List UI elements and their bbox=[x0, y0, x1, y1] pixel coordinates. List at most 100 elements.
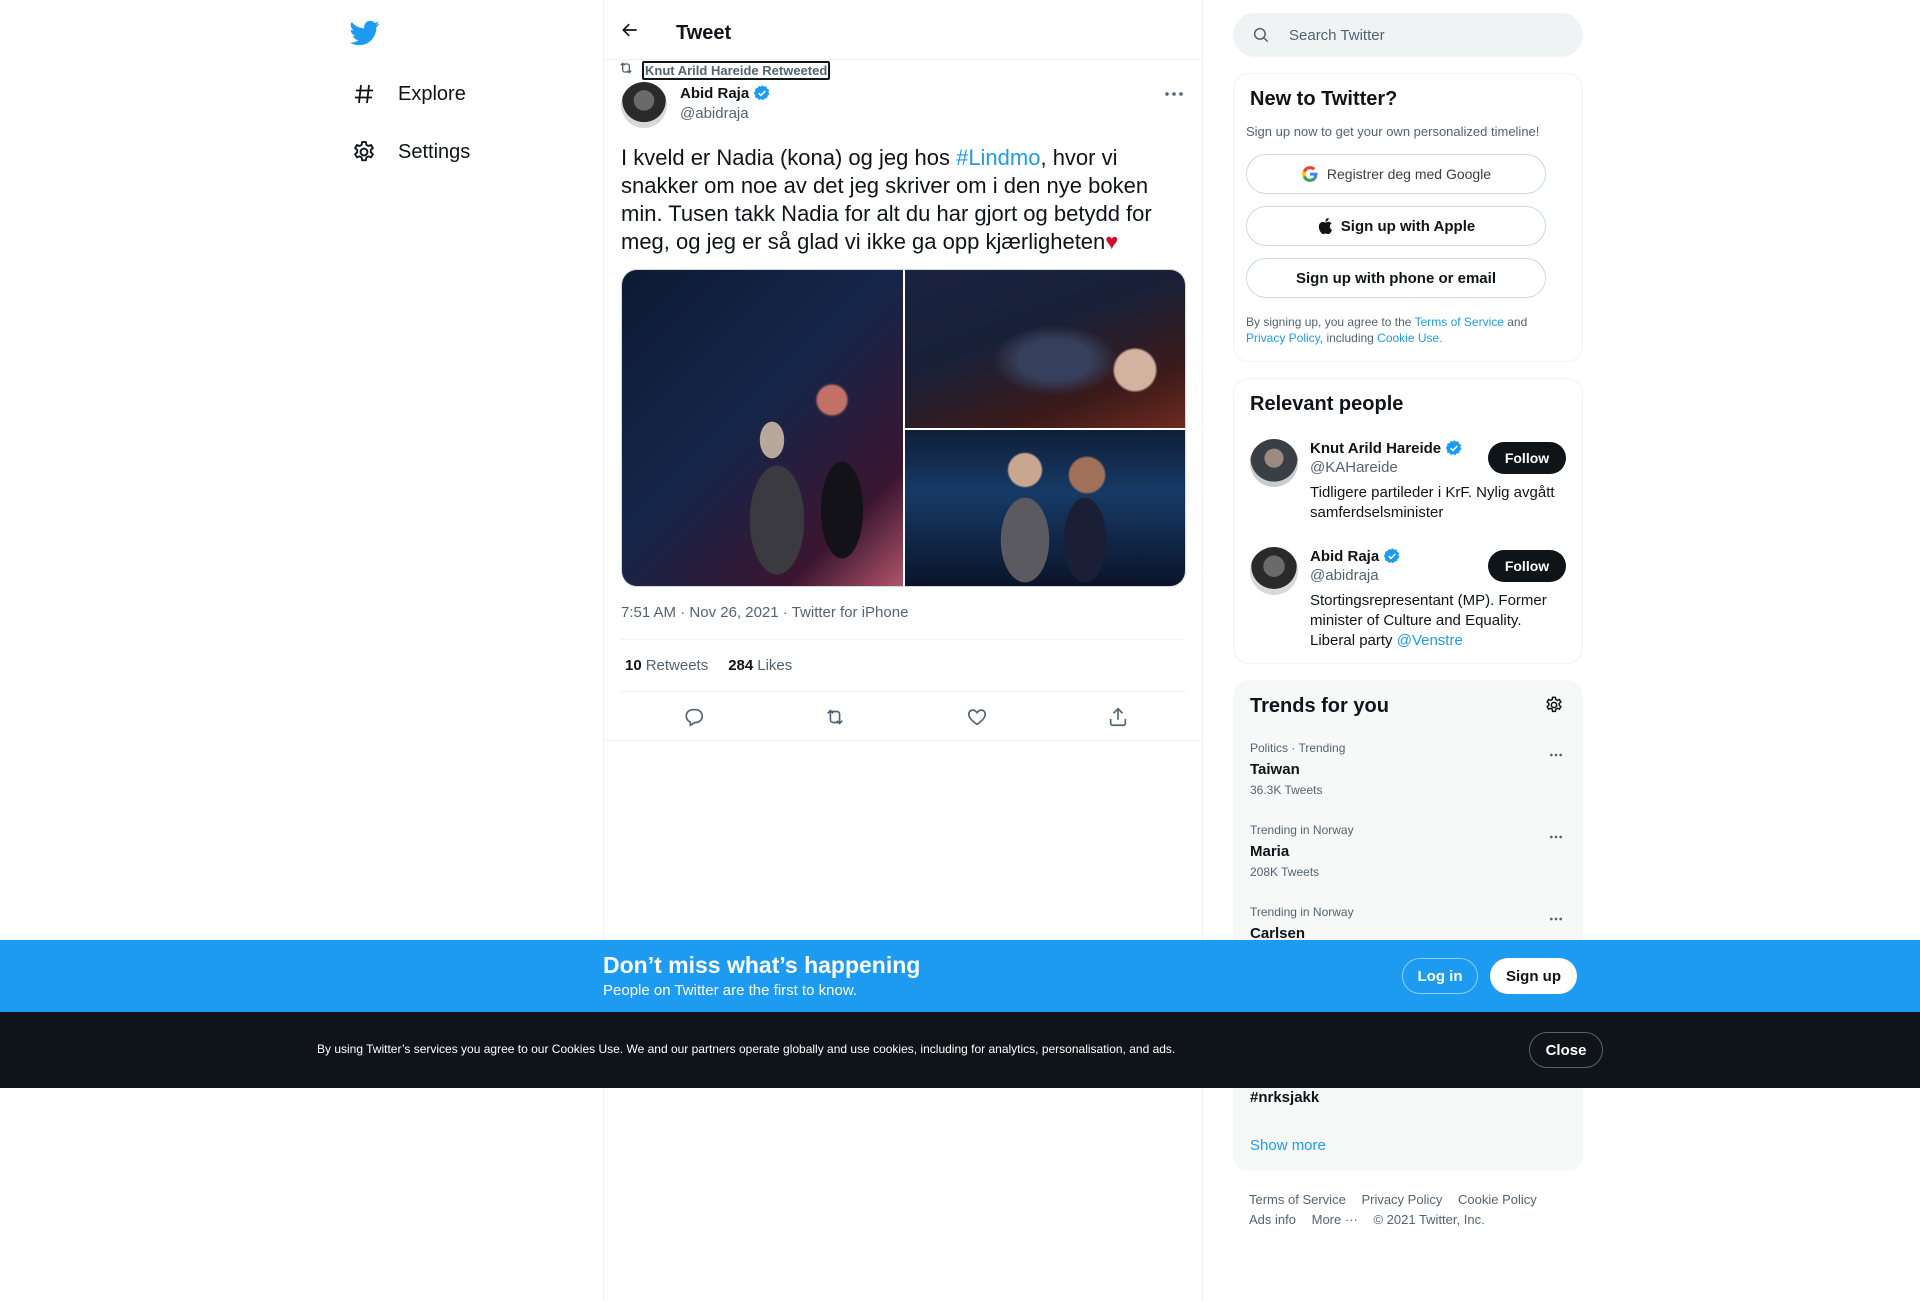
trend-item[interactable]: Politics · Trending Taiwan 36.3K Tweets bbox=[1250, 741, 1570, 821]
google-logo-icon bbox=[1301, 165, 1319, 183]
nav-label-settings: Settings bbox=[398, 140, 471, 163]
tweet-actions bbox=[621, 692, 1186, 741]
search-icon bbox=[1251, 25, 1271, 45]
footer-more-link[interactable]: More ··· bbox=[1312, 1212, 1358, 1227]
venstre-mention-link[interactable]: @Venstre bbox=[1397, 632, 1463, 649]
person-handle: @KAHareide bbox=[1310, 459, 1398, 476]
verified-badge-icon bbox=[1445, 439, 1463, 457]
tweet-photo[interactable] bbox=[622, 270, 903, 586]
trend-context: Trending in Norway bbox=[1250, 905, 1354, 919]
footer-cookie-link[interactable]: Cookie Policy bbox=[1458, 1192, 1537, 1207]
tweet-time-link[interactable]: 7:51 AM bbox=[621, 604, 676, 621]
reply-icon[interactable] bbox=[681, 704, 707, 730]
trend-count: 208K Tweets bbox=[1250, 865, 1320, 879]
author-handle[interactable]: @abidraja bbox=[680, 105, 749, 122]
show-more-link[interactable]: Show more bbox=[1250, 1137, 1326, 1154]
signup-button[interactable]: Sign up bbox=[1490, 958, 1577, 994]
retweet-icon[interactable] bbox=[822, 704, 848, 730]
search-box[interactable] bbox=[1233, 13, 1583, 57]
apple-logo-icon bbox=[1317, 217, 1333, 235]
person-bio: Stortingsrepresentant (MP). Former minis… bbox=[1310, 591, 1570, 651]
main-column: Tweet Knut Arild Hareide Retweeted Abid … bbox=[603, 0, 1203, 1301]
privacy-policy-link[interactable]: Privacy Policy bbox=[1246, 331, 1320, 345]
retweets-label: Retweets bbox=[645, 657, 709, 674]
page-header: Tweet bbox=[604, 0, 1202, 60]
new-to-twitter-card: New to Twitter? Sign up now to get your … bbox=[1233, 73, 1583, 362]
tweet-date-link[interactable]: Nov 26, 2021 bbox=[689, 604, 778, 621]
retweets-count: 10 bbox=[625, 657, 642, 674]
apple-signup-label: Sign up with Apple bbox=[1340, 217, 1476, 235]
footer-terms-link[interactable]: Terms of Service bbox=[1249, 1192, 1346, 1207]
person-bio: Tidligere partileder i KrF. Nylig avgått… bbox=[1310, 484, 1555, 521]
hashtag-link[interactable]: #Lindmo bbox=[956, 145, 1040, 170]
terms-text-part: , including bbox=[1319, 331, 1378, 345]
meta-separator: · bbox=[680, 604, 690, 621]
media-grid bbox=[621, 269, 1186, 587]
author-name[interactable]: Abid Raja bbox=[680, 84, 771, 102]
relevant-people-card: Relevant people Knut Arild Hareide @KAHa… bbox=[1233, 378, 1583, 664]
share-icon[interactable] bbox=[1105, 704, 1131, 730]
avatar[interactable] bbox=[1250, 439, 1298, 487]
card-subtitle: Sign up now to get your own personalized… bbox=[1246, 124, 1540, 139]
more-options-icon[interactable] bbox=[1160, 82, 1188, 106]
likes-stat[interactable]: 284 Likes bbox=[728, 657, 792, 674]
trend-name[interactable]: #nrksjakk bbox=[1250, 1089, 1319, 1106]
trend-name: Maria bbox=[1250, 843, 1290, 860]
person-handle: @abidraja bbox=[1310, 567, 1379, 584]
person-name-text: Knut Arild Hareide bbox=[1310, 439, 1442, 457]
retweeted-by-link[interactable]: Knut Arild Hareide Retweeted bbox=[642, 61, 831, 80]
login-button[interactable]: Log in bbox=[1402, 958, 1478, 994]
tweet-photo[interactable] bbox=[905, 430, 1185, 586]
more-options-icon[interactable] bbox=[1544, 907, 1568, 931]
footer-privacy-link[interactable]: Privacy Policy bbox=[1361, 1192, 1442, 1207]
back-arrow-icon[interactable] bbox=[616, 16, 644, 44]
nav-item-settings[interactable]: Settings bbox=[350, 132, 470, 172]
page-title: Tweet bbox=[676, 22, 732, 44]
red-heart-emoji: ♥ bbox=[1105, 229, 1119, 254]
search-input[interactable] bbox=[1289, 26, 1549, 44]
retweet-icon bbox=[618, 60, 634, 81]
terms-text-part: By signing up, you agree to the bbox=[1246, 315, 1415, 329]
verified-badge-icon bbox=[1383, 547, 1401, 565]
card-title: Relevant people bbox=[1250, 393, 1404, 415]
more-options-icon[interactable] bbox=[1544, 825, 1568, 849]
close-button[interactable]: Close bbox=[1529, 1032, 1603, 1068]
terms-of-service-link[interactable]: Terms of Service bbox=[1415, 315, 1504, 329]
tweet-text: I kveld er Nadia (kona) og jeg hos #Lind… bbox=[621, 144, 1191, 256]
like-heart-icon[interactable] bbox=[964, 704, 990, 730]
follow-button[interactable]: Follow bbox=[1488, 442, 1566, 474]
author-name-text: Abid Raja bbox=[680, 84, 750, 102]
phone-email-signup-button[interactable]: Sign up with phone or email bbox=[1246, 258, 1546, 298]
retweets-stat[interactable]: 10 Retweets bbox=[625, 657, 708, 674]
likes-label: Likes bbox=[757, 657, 793, 674]
signup-banner: Don’t miss what’s happening People on Tw… bbox=[0, 940, 1920, 1012]
nav-label-explore: Explore bbox=[398, 82, 466, 105]
cookie-notice-text: By using Twitter’s services you agree to… bbox=[317, 1042, 1176, 1056]
twitter-logo-icon[interactable] bbox=[349, 18, 382, 50]
tweet-photo[interactable] bbox=[905, 270, 1185, 428]
google-signup-button[interactable]: Registrer deg med Google bbox=[1246, 154, 1546, 194]
nav-item-explore[interactable]: Explore bbox=[350, 74, 466, 114]
terms-text-part: and bbox=[1503, 315, 1528, 329]
trend-item[interactable]: Trending in Norway Maria 208K Tweets bbox=[1250, 823, 1570, 903]
trend-name: Taiwan bbox=[1250, 761, 1300, 778]
person-name-text: Abid Raja bbox=[1310, 547, 1380, 565]
card-title: Trends for you bbox=[1250, 695, 1389, 717]
avatar[interactable] bbox=[621, 82, 667, 128]
card-title: New to Twitter? bbox=[1250, 88, 1398, 110]
verified-badge-icon bbox=[753, 84, 771, 102]
footer-ads-link[interactable]: Ads info bbox=[1249, 1212, 1296, 1227]
gear-icon[interactable] bbox=[1542, 693, 1566, 717]
tweet-timestamp: 7:51 AM · Nov 26, 2021 · Twitter for iPh… bbox=[621, 604, 908, 621]
trend-context: Politics · Trending bbox=[1250, 741, 1346, 755]
more-options-icon[interactable] bbox=[1544, 743, 1568, 767]
meta-separator: · bbox=[782, 604, 792, 621]
follow-button[interactable]: Follow bbox=[1488, 550, 1566, 582]
avatar[interactable] bbox=[1250, 547, 1298, 595]
apple-signup-button[interactable]: Sign up with Apple bbox=[1246, 206, 1546, 246]
cookie-use-link[interactable]: Cookie Use. bbox=[1377, 331, 1442, 345]
tweet-source-link[interactable]: Twitter for iPhone bbox=[792, 604, 909, 621]
google-signup-label: Registrer deg med Google bbox=[1326, 166, 1492, 182]
divider bbox=[604, 740, 1202, 741]
phone-email-signup-label: Sign up with phone or email bbox=[1295, 269, 1496, 287]
